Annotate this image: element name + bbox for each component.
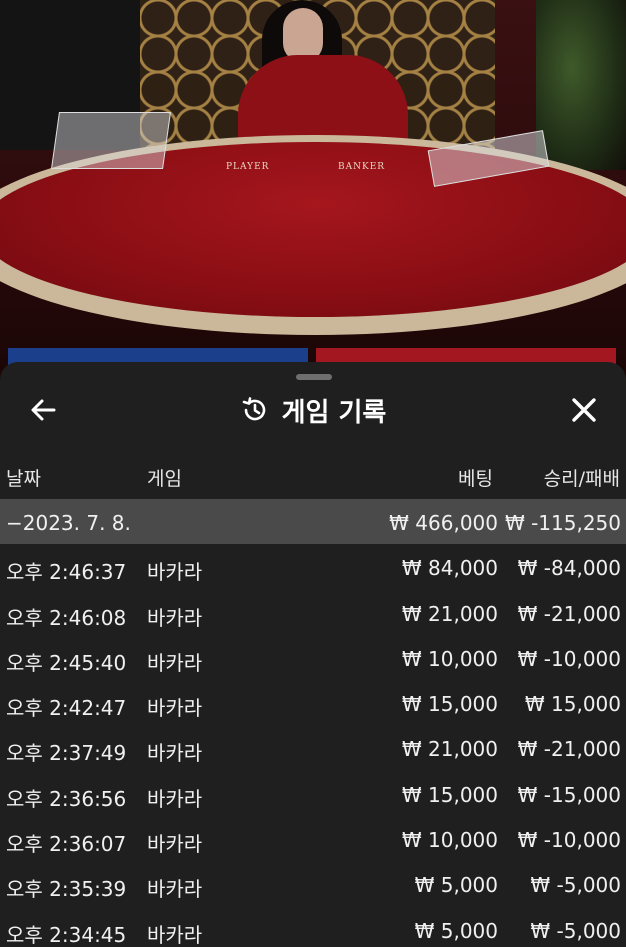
row-bet: ₩ 5,000 bbox=[414, 918, 498, 943]
row-game: 바카라 bbox=[147, 650, 203, 675]
card-shoe-left bbox=[50, 112, 172, 169]
row-game: 바카라 bbox=[147, 877, 203, 902]
row-game: 바카라 bbox=[147, 741, 203, 766]
row-time: 오후 2:46:37 bbox=[6, 560, 127, 585]
row-result: ₩ -21,000 bbox=[517, 601, 621, 626]
panel-header: 게임 기록 bbox=[0, 384, 626, 436]
row-time: 오후 2:36:56 bbox=[6, 786, 127, 811]
history-table: −2023. 7. 8. ₩ 466,000 ₩ -115,250 오후 2:4… bbox=[0, 499, 626, 947]
column-header-date: 날짜 bbox=[6, 468, 41, 490]
row-bet: ₩ 15,000 bbox=[401, 692, 498, 717]
history-row[interactable]: 오후 2:35:39 바카라 ₩ 5,000 ₩ -5,000 bbox=[0, 861, 626, 906]
row-result: ₩ -5,000 bbox=[530, 873, 621, 898]
column-header-game: 게임 bbox=[147, 468, 182, 490]
row-result: ₩ -15,000 bbox=[517, 782, 621, 807]
history-row[interactable]: 오후 2:36:56 바카라 ₩ 15,000 ₩ -15,000 bbox=[0, 771, 626, 816]
summary-date: −2023. 7. 8. bbox=[6, 511, 131, 535]
panel-title: 게임 기록 bbox=[281, 397, 387, 428]
history-row[interactable]: 오후 2:46:37 바카라 ₩ 84,000 ₩ -84,000 bbox=[0, 544, 626, 589]
history-row[interactable]: 오후 2:36:07 바카라 ₩ 10,000 ₩ -10,000 bbox=[0, 816, 626, 861]
row-bet: ₩ 10,000 bbox=[401, 646, 498, 671]
column-header-result: 승리/패배 bbox=[543, 468, 620, 490]
row-game: 바카라 bbox=[147, 832, 203, 857]
history-icon bbox=[242, 397, 265, 421]
row-bet: ₩ 21,000 bbox=[401, 737, 498, 762]
date-summary-row[interactable]: −2023. 7. 8. ₩ 466,000 ₩ -115,250 bbox=[0, 499, 626, 545]
row-game: 바카라 bbox=[147, 696, 203, 721]
row-time: 오후 2:34:45 bbox=[6, 922, 127, 947]
table-label-banker: BANKER bbox=[338, 162, 386, 172]
row-time: 오후 2:36:07 bbox=[6, 832, 127, 857]
row-time: 오후 2:45:40 bbox=[6, 650, 127, 675]
table-label-player: PLAYER bbox=[226, 162, 270, 172]
summary-result: ₩ -115,250 bbox=[504, 511, 621, 535]
table-header: 날짜 게임 베팅 승리/패배 bbox=[0, 458, 626, 494]
row-game: 바카라 bbox=[147, 560, 203, 585]
row-result: ₩ -10,000 bbox=[517, 828, 621, 853]
row-bet: ₩ 5,000 bbox=[414, 873, 498, 898]
row-bet: ₩ 15,000 bbox=[401, 782, 498, 807]
row-bet: ₩ 21,000 bbox=[401, 601, 498, 626]
drag-handle[interactable] bbox=[296, 374, 332, 380]
row-game: 바카라 bbox=[147, 605, 203, 630]
history-row[interactable]: 오후 2:42:47 바카라 ₩ 15,000 ₩ 15,000 bbox=[0, 680, 626, 725]
game-history-panel: 게임 기록 날짜 게임 베팅 승리/패배 −2023. 7. 8. ₩ 466,… bbox=[0, 362, 626, 947]
row-time: 오후 2:46:08 bbox=[6, 605, 127, 630]
live-video-feed: PLAYER BANKER bbox=[0, 0, 626, 380]
row-result: ₩ -5,000 bbox=[530, 918, 621, 943]
row-result: ₩ -84,000 bbox=[517, 556, 621, 581]
row-time: 오후 2:37:49 bbox=[6, 741, 127, 766]
close-icon[interactable] bbox=[566, 392, 602, 428]
row-result: ₩ 15,000 bbox=[524, 692, 621, 717]
row-game: 바카라 bbox=[147, 786, 203, 811]
history-row[interactable]: 오후 2:37:49 바카라 ₩ 21,000 ₩ -21,000 bbox=[0, 725, 626, 770]
row-game: 바카라 bbox=[147, 922, 203, 947]
history-row[interactable]: 오후 2:34:45 바카라 ₩ 5,000 ₩ -5,000 bbox=[0, 907, 626, 947]
row-bet: ₩ 84,000 bbox=[401, 556, 498, 581]
panel-title-group: 게임 기록 bbox=[0, 384, 626, 436]
column-header-bet: 베팅 bbox=[458, 468, 493, 490]
summary-bet: ₩ 466,000 bbox=[389, 511, 498, 535]
row-bet: ₩ 10,000 bbox=[401, 828, 498, 853]
history-row[interactable]: 오후 2:46:08 바카라 ₩ 21,000 ₩ -21,000 bbox=[0, 590, 626, 635]
row-time: 오후 2:35:39 bbox=[6, 877, 127, 902]
history-row[interactable]: 오후 2:45:40 바카라 ₩ 10,000 ₩ -10,000 bbox=[0, 635, 626, 680]
row-result: ₩ -10,000 bbox=[517, 646, 621, 671]
decorative-plant bbox=[536, 0, 626, 170]
row-result: ₩ -21,000 bbox=[517, 737, 621, 762]
row-time: 오후 2:42:47 bbox=[6, 696, 127, 721]
